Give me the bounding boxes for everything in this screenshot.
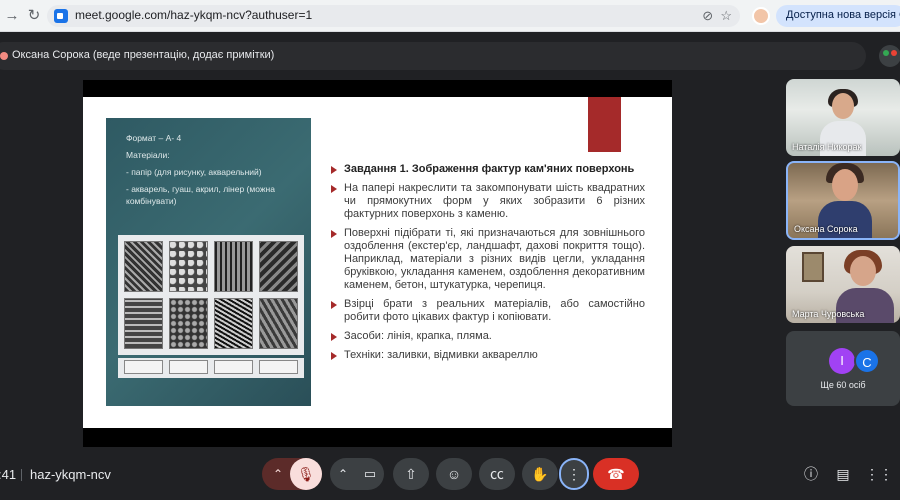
- raise-hand-button[interactable]: ✋: [522, 458, 558, 490]
- participant-video: [850, 256, 876, 286]
- participant-tile[interactable]: Наталія Никорак: [786, 79, 900, 156]
- texture-sample: [124, 241, 163, 292]
- back-icon[interactable]: →: [2, 6, 22, 26]
- star-icon[interactable]: ☆: [720, 8, 732, 23]
- mic-off-icon[interactable]: 🎙: [290, 458, 322, 490]
- participant-tile-active-speaker[interactable]: Оксана Сорока: [786, 161, 900, 240]
- address-bar[interactable]: meet.google.com/haz-ykqm-ncv?authuser=1 …: [47, 5, 740, 27]
- browser-toolbar: → ↻ meet.google.com/haz-ykqm-ncv?authuse…: [0, 0, 900, 32]
- meet-companion-icon[interactable]: [879, 45, 900, 67]
- camera-icon[interactable]: ▭: [358, 458, 382, 490]
- slide-accent-bar: [588, 97, 621, 152]
- materials-text: Формат – А- 4 Матеріали: - папір (для ри…: [126, 132, 306, 212]
- bullet-item: Взірці брати з реальних матеріалів, або …: [330, 298, 645, 324]
- chevron-up-icon[interactable]: ⌃: [333, 458, 353, 490]
- texture-label-box: [214, 360, 253, 374]
- more-options-button[interactable]: ⋮: [559, 458, 589, 490]
- chat-icon[interactable]: ▤: [833, 464, 853, 484]
- update-chrome-button[interactable]: Доступна нова версія Chrom: [776, 5, 900, 27]
- materials-heading: Матеріали:: [126, 150, 170, 160]
- chevron-up-icon[interactable]: ⌃: [268, 458, 288, 490]
- task-title: Завдання 1. Зображення фактур кам'яних п…: [330, 163, 645, 176]
- texture-label-strip: [118, 358, 304, 378]
- texture-sample: [124, 298, 163, 349]
- texture-label-box: [259, 360, 298, 374]
- presenting-icon: [0, 52, 8, 60]
- bullet-item: Засоби: лінія, крапка, пляма.: [330, 330, 645, 343]
- captions-button[interactable]: ㏄: [479, 458, 515, 490]
- slide-bullets: Завдання 1. Зображення фактур кам'яних п…: [330, 163, 645, 368]
- leave-call-button[interactable]: ☎: [593, 458, 639, 490]
- avatar: I: [829, 348, 855, 374]
- texture-sample: [169, 241, 208, 292]
- slide: Формат – А- 4 Матеріали: - папір (для ри…: [83, 97, 672, 428]
- format-line: Формат – А- 4: [126, 133, 182, 143]
- present-screen-button[interactable]: ⇧: [393, 458, 429, 490]
- texture-sample: [214, 241, 253, 292]
- materials-paper: - папір (для рисунку, акварельний): [126, 167, 262, 177]
- presenter-banner: Оксана Сорока (веде презентацію, додає п…: [0, 42, 866, 70]
- participant-name: Марта Чуровська: [792, 309, 865, 319]
- texture-samples-image: [118, 235, 304, 355]
- meeting-code: haz-ykqm-ncv: [30, 467, 111, 482]
- texture-label-box: [169, 360, 208, 374]
- url-text: meet.google.com/haz-ykqm-ncv?authuser=1: [75, 8, 313, 22]
- activities-icon[interactable]: ⋮⋮: [865, 464, 893, 484]
- emoji-reaction-button[interactable]: ☺: [436, 458, 472, 490]
- bullet-item: На папері накреслити та закомпонувати ші…: [330, 182, 645, 221]
- bullet-item: Поверхні підібрати ті, які призначаються…: [330, 227, 645, 292]
- avatar: C: [854, 348, 880, 374]
- participant-tile[interactable]: Марта Чуровська: [786, 246, 900, 323]
- presenter-text: Оксана Сорока (веде презентацію, додає п…: [12, 49, 275, 61]
- divider: [21, 469, 22, 481]
- meet-site-icon: [54, 9, 68, 23]
- participant-video: [832, 169, 858, 201]
- texture-sample: [259, 298, 298, 349]
- texture-sample: [214, 298, 253, 349]
- reload-icon[interactable]: ↻: [24, 6, 44, 26]
- clock: :41: [0, 467, 17, 482]
- info-icon[interactable]: ⓘ: [801, 464, 821, 484]
- participant-name: Наталія Никорак: [792, 142, 862, 152]
- presentation-stage: Формат – А- 4 Матеріали: - папір (для ри…: [83, 80, 672, 447]
- hide-icon[interactable]: ⊘: [702, 8, 713, 23]
- participant-video: [832, 93, 854, 119]
- materials-paints: - акварель, гуаш, акрил, лінер (можна ко…: [126, 184, 275, 206]
- texture-label-box: [124, 360, 163, 374]
- bullet-item: Техніки: заливки, відмивки аквареллю: [330, 349, 645, 362]
- slide-left-panel: Формат – А- 4 Матеріали: - папір (для ри…: [106, 118, 311, 406]
- participant-name: Оксана Сорока: [794, 224, 858, 234]
- more-participants-label: Ще 60 осіб: [820, 380, 866, 390]
- texture-sample: [169, 298, 208, 349]
- profile-avatar[interactable]: [752, 7, 770, 25]
- texture-sample: [259, 241, 298, 292]
